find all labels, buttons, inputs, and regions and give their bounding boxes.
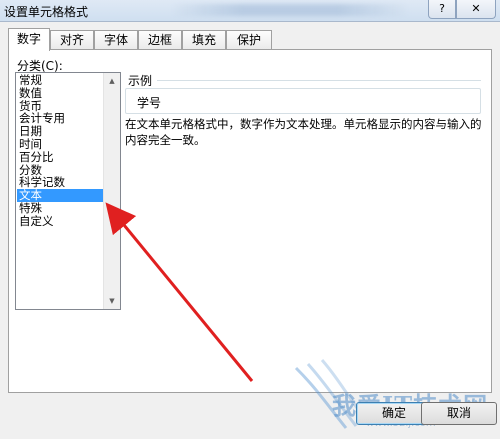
cancel-button[interactable]: 取消 [421,402,497,425]
sample-value: 学号 [137,96,162,110]
close-button[interactable]: ✕ [456,0,496,19]
blurred-background [170,4,410,16]
tab-alignment[interactable]: 对齐 [50,30,94,50]
tab-protection[interactable]: 保护 [226,30,272,50]
category-item-general[interactable]: 常规 [17,74,103,87]
category-item-number[interactable]: 数值 [17,86,103,100]
category-listbox[interactable]: 常规 数值 货币 会计专用 日期 时间 百分比 分数 科学记数 文本 特殊 自定… [15,72,121,310]
number-tab-panel: 分类(C): 常规 数值 货币 会计专用 日期 时间 百分比 分数 科学记数 文… [8,49,492,393]
category-item-time[interactable]: 时间 [17,138,103,151]
group-divider [157,80,481,81]
tab-font[interactable]: 字体 [94,30,138,50]
category-item-percentage[interactable]: 百分比 [17,150,103,164]
category-scrollbar[interactable]: ▲ ▼ [103,73,120,309]
tab-border[interactable]: 边框 [138,30,182,50]
scroll-up-icon[interactable]: ▲ [104,73,120,89]
tab-fill[interactable]: 填充 [182,30,226,50]
help-button[interactable]: ? [428,0,456,19]
sample-group: 示例 学号 [125,72,483,114]
dialog-title: 设置单元格格式 [4,5,89,19]
sample-box: 学号 [125,88,481,114]
scroll-down-icon[interactable]: ▼ [104,293,120,309]
category-item-custom[interactable]: 自定义 [17,214,103,228]
sample-legend: 示例 [128,74,153,88]
title-bar: 设置单元格格式 ? ✕ [0,0,500,22]
tab-number[interactable]: 数字 [8,28,50,51]
format-description: 在文本单元格格式中，数字作为文本处理。单元格显示的内容与输入的内容完全一致。 [125,117,482,147]
category-item-special[interactable]: 特殊 [17,202,103,215]
